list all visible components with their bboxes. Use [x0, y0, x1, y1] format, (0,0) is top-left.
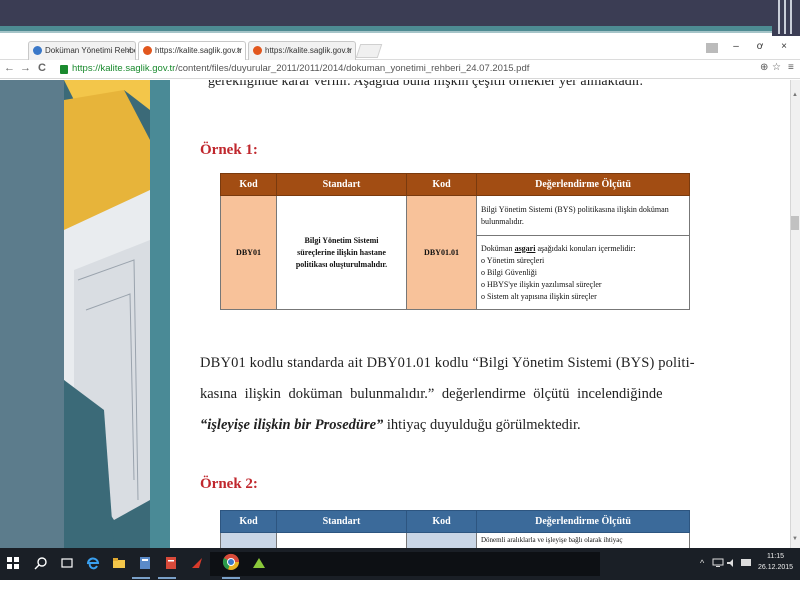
app-triangle-icon[interactable]: [252, 556, 266, 570]
back-arrow-icon[interactable]: ←: [4, 62, 15, 74]
standard-code-cell: [220, 532, 277, 548]
tab-close-icon[interactable]: ×: [236, 42, 241, 59]
taskbar-active-indicator: [222, 577, 240, 579]
col-header-criteria: Değerlendirme Ölçütü: [476, 510, 690, 533]
volume-icon[interactable]: [726, 558, 738, 568]
col-header-code-2: Kod: [406, 510, 477, 533]
paragraph-line-3: “işleyişe ilişkin bir Prosedüre” ihtiyaç…: [200, 417, 581, 433]
user-profile-icon[interactable]: [706, 43, 718, 53]
scrollbar-thumb[interactable]: [791, 216, 799, 230]
slide-corner-decoration: [772, 0, 800, 36]
standard-code-cell: DBY01: [220, 195, 277, 310]
app-red-arrow-icon[interactable]: [190, 556, 204, 570]
system-clock[interactable]: 11:15 26.12.2015: [758, 551, 793, 573]
folder-illustration-icon: [64, 80, 150, 548]
criterion-1-cell: Bilgi Yönetim Sistemi (BYS) politikasına…: [476, 195, 690, 236]
secure-lock-icon: [60, 65, 68, 74]
taskbar-active-indicator: [158, 577, 176, 579]
tab-document-guide[interactable]: Doküman Yönetimi Rehbe ×: [28, 41, 136, 60]
col-header-standard: Standart: [276, 173, 407, 196]
standard-text-cell: [276, 532, 407, 548]
pdf-app-icon[interactable]: [164, 556, 178, 570]
list-item: o Sistem alt yapısına ilişkin süreçler: [481, 291, 597, 301]
example-1-heading: Örnek 1:: [200, 142, 258, 158]
zoom-icon[interactable]: ⊕: [760, 62, 768, 73]
table-row: Dönemli aralıklarla ve işleyişe bağlı ol…: [220, 532, 690, 548]
col-header-standard: Standart: [276, 510, 407, 533]
tray-chevron-icon[interactable]: ^: [700, 558, 704, 568]
windows-taskbar: ^ 11:15 26.12.2015: [0, 548, 800, 580]
browser-tab-bar: Doküman Yönetimi Rehbe × https://kalite.…: [0, 38, 800, 60]
list-item: o HBYS'ye ilişkin yazılımsal süreçler: [481, 279, 602, 289]
calculator-app-icon[interactable]: [138, 556, 152, 570]
maximize-button[interactable]: ơ: [752, 41, 768, 52]
network-icon[interactable]: [712, 558, 724, 568]
col-header-criteria: Değerlendirme Ölçütü: [476, 173, 690, 196]
table-header-row: Kod Standart Kod Değerlendirme Ölçütü: [220, 173, 690, 196]
table-row: DBY01 Bilgi Yönetim Sistemi süreçlerine …: [220, 195, 690, 310]
screen-bottom-margin: [0, 580, 800, 600]
site-favicon-icon: [143, 46, 152, 55]
screen: Doküman Yönetimi Rehbe × https://kalite.…: [0, 0, 800, 600]
chrome-browser-icon[interactable]: [222, 553, 240, 571]
site-favicon-icon: [253, 46, 262, 55]
criterion-code-cell: [406, 532, 477, 548]
criterion-2-cell: Doküman asgari aşağıdaki konuları içerme…: [476, 235, 690, 310]
search-icon[interactable]: [34, 556, 48, 570]
taskbar-empty-area: [210, 552, 600, 576]
viewer-right-gutter: [742, 80, 790, 548]
menu-icon[interactable]: ≡: [788, 62, 794, 73]
forward-arrow-icon[interactable]: →: [20, 62, 31, 74]
pdf-page: gerekliğinde karar verilir. Aşağıda buna…: [170, 80, 742, 548]
minimize-button[interactable]: –: [728, 41, 744, 52]
col-header-code: Kod: [220, 173, 277, 196]
paragraph-line-1: DBY01 kodlu standarda ait DBY01.01 kodlu…: [200, 355, 695, 371]
page-favicon-icon: [33, 46, 42, 55]
example-1-table: Kod Standart Kod Değerlendirme Ölçütü DB…: [220, 173, 690, 310]
bookmark-star-icon[interactable]: ☆: [772, 62, 781, 73]
criterion-2-intro: Doküman asgari aşağıdaki konuları içerme…: [481, 243, 636, 253]
address-bar: ← → C https://kalite.saglik.gov.tr/conte…: [0, 61, 800, 79]
example-2-heading: Örnek 2:: [200, 476, 258, 492]
taskbar-active-indicator: [132, 577, 150, 579]
list-item: o Yönetim süreçleri: [481, 255, 545, 265]
tab-kalite-second[interactable]: https://kalite.saglik.gov.tr ×: [248, 41, 356, 60]
tab-kalite-active[interactable]: https://kalite.saglik.gov.tr ×: [138, 41, 246, 60]
standard-text-cell: Bilgi Yönetim Sistemi süreçlerine ilişki…: [276, 195, 407, 310]
close-window-button[interactable]: ×: [776, 41, 792, 52]
new-tab-button[interactable]: [355, 44, 383, 58]
tab-close-icon[interactable]: ×: [126, 42, 131, 59]
paragraph-line-2: kasına ilişkin doküman bulunmalıdır.” de…: [200, 386, 663, 402]
criterion-cell: Dönemli aralıklarla ve işleyişe bağlı ol…: [476, 532, 690, 548]
clipped-text-line: gerekliğinde karar verilir. Aşağıda buna…: [208, 80, 644, 89]
notification-icon[interactable]: [740, 558, 752, 568]
example-2-table: Kod Standart Kod Değerlendirme Ölçütü Dö…: [220, 510, 690, 548]
tab-close-icon[interactable]: ×: [346, 42, 351, 59]
criterion-code-cell: DBY01.01: [406, 195, 477, 310]
edge-browser-icon[interactable]: [86, 556, 100, 570]
windows-start-icon[interactable]: [6, 556, 20, 570]
reload-icon[interactable]: C: [38, 62, 46, 74]
url-field[interactable]: https://kalite.saglik.gov.tr/content/fil…: [72, 63, 529, 74]
scroll-up-arrow-icon[interactable]: ▲: [792, 92, 798, 98]
scroll-down-arrow-icon[interactable]: ▼: [792, 536, 798, 542]
table-header-row: Kod Standart Kod Değerlendirme Ölçütü: [220, 510, 690, 533]
slide-left-stripe: [150, 80, 170, 548]
vertical-scrollbar[interactable]: [790, 80, 800, 548]
list-item: o Bilgi Güvenliği: [481, 267, 537, 277]
task-view-icon[interactable]: [60, 556, 74, 570]
pdf-viewer: gerekliğinde karar verilir. Aşağıda buna…: [0, 80, 800, 548]
file-explorer-icon[interactable]: [112, 556, 126, 570]
col-header-code: Kod: [220, 510, 277, 533]
slide-top-band: [0, 0, 800, 26]
slide-teal-line-light: [0, 31, 800, 33]
col-header-code-2: Kod: [406, 173, 477, 196]
